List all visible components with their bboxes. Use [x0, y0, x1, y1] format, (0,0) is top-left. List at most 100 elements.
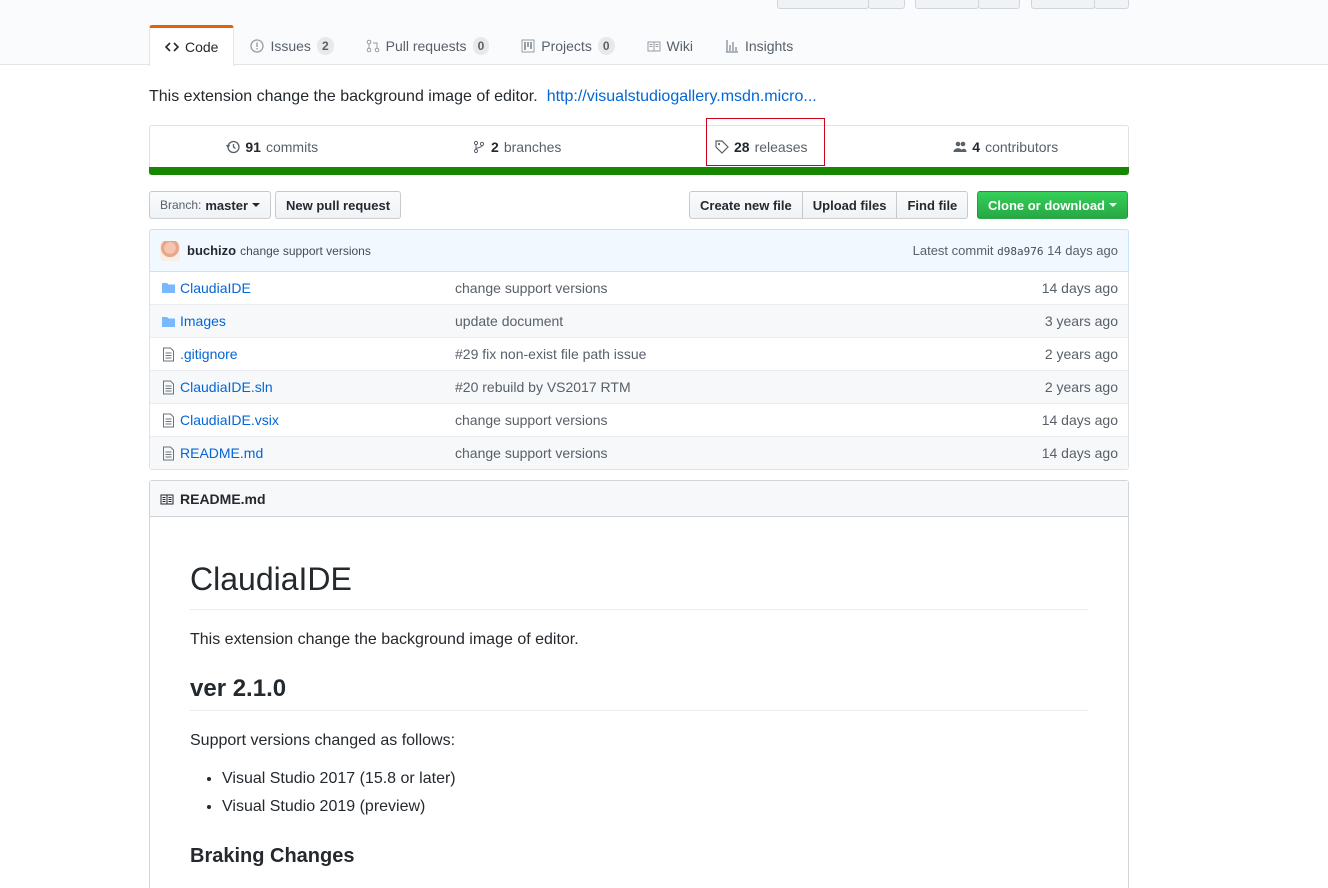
readme-support-list: Visual Studio 2017 (15.8 or later) Visua…	[190, 767, 1088, 819]
commits-link[interactable]: 91 commits	[150, 126, 395, 168]
list-item: Visual Studio 2019 (preview)	[222, 795, 1088, 819]
pull-request-icon	[366, 39, 379, 52]
file-name[interactable]: .gitignore	[180, 346, 455, 362]
contributors-link[interactable]: 4 contributors	[884, 126, 1129, 168]
file-commit-message[interactable]: #20 rebuild by VS2017 RTM	[455, 379, 1045, 395]
file-age: 14 days ago	[1041, 445, 1118, 461]
file-commit-message[interactable]: change support versions	[455, 412, 1042, 428]
tab-insights[interactable]: Insights	[709, 25, 809, 65]
tab-issues[interactable]: Issues 2	[234, 25, 349, 65]
tab-label: Projects	[541, 37, 592, 54]
readme-version-heading: ver 2.1.0	[190, 674, 1088, 711]
project-icon	[521, 39, 535, 52]
fork-count[interactable]	[1094, 0, 1129, 9]
projects-counter: 0	[597, 36, 615, 55]
file-commit-message[interactable]: #29 fix non-exist file path issue	[455, 346, 1045, 362]
tab-code[interactable]: Code	[149, 25, 235, 66]
table-row: README.md change support versions 14 day…	[150, 436, 1128, 469]
file-age: 14 days ago	[1041, 412, 1118, 428]
watch-count[interactable]	[868, 0, 905, 9]
branches-link[interactable]: 2 branches	[395, 126, 640, 168]
commit-message[interactable]: change support versions	[240, 244, 371, 258]
code-icon	[165, 42, 179, 52]
commit-author[interactable]: buchizo	[187, 243, 236, 258]
file-icon	[163, 446, 174, 460]
file-name[interactable]: ClaudiaIDE	[180, 280, 455, 296]
caret-down-icon	[1109, 203, 1117, 207]
issues-counter: 2	[316, 36, 334, 55]
file-list: ClaudiaIDE change support versions 14 da…	[149, 271, 1129, 470]
latest-commit-bar: buchizo change support versions Latest c…	[149, 229, 1129, 272]
graph-icon	[725, 39, 738, 53]
watch-button[interactable]	[777, 0, 869, 9]
homepage-link[interactable]: http://visualstudiogallery.msdn.micro...	[547, 88, 817, 105]
fork-button[interactable]	[1031, 0, 1095, 9]
tab-label: Code	[185, 39, 219, 55]
file-commit-message[interactable]: change support versions	[455, 445, 1042, 461]
file-name[interactable]: ClaudiaIDE.vsix	[180, 412, 455, 428]
latest-commit-info: Latest commit d98a976 14 days ago	[913, 243, 1118, 258]
pr-counter: 0	[472, 36, 490, 55]
file-age: 2 years ago	[1044, 346, 1118, 362]
readme-breaking-heading: Braking Changes	[190, 845, 355, 867]
highlight-box	[706, 118, 825, 166]
repo-description: This extension change the background ima…	[149, 88, 817, 106]
file-age: 14 days ago	[1041, 279, 1118, 296]
readme-panel: README.md ClaudiaIDE This extension chan…	[149, 480, 1129, 888]
upload-files-button[interactable]: Upload files	[801, 191, 898, 219]
create-new-file-button[interactable]: Create new file	[689, 191, 803, 219]
file-icon	[163, 413, 174, 427]
caret-down-icon	[252, 203, 260, 207]
readme-intro: This extension change the background ima…	[190, 631, 579, 648]
file-actions: Create new file Upload files Find file	[689, 191, 969, 219]
book-icon	[647, 41, 661, 51]
commit-sha[interactable]: d98a976	[997, 245, 1043, 258]
book-icon	[160, 494, 174, 504]
avatar[interactable]	[160, 240, 180, 261]
file-icon	[163, 380, 174, 394]
tab-label: Wiki	[666, 37, 693, 54]
readme-title: ClaudiaIDE	[190, 559, 1088, 610]
clone-label: Clone or download	[988, 197, 1105, 213]
readme-header: README.md	[150, 481, 1128, 517]
branches-count: 2	[491, 139, 499, 155]
tab-projects[interactable]: Projects 0	[505, 25, 630, 65]
tab-label: Issues	[270, 37, 311, 54]
readme-body: ClaudiaIDE This extension change the bac…	[150, 559, 1128, 868]
file-commit-message[interactable]: change support versions	[455, 280, 1042, 296]
file-name[interactable]: ClaudiaIDE.sln	[180, 379, 455, 395]
description-text: This extension change the background ima…	[149, 88, 538, 105]
branch-name: master	[205, 197, 248, 213]
folder-icon	[162, 283, 175, 293]
file-age: 2 years ago	[1044, 379, 1118, 395]
clone-download-button[interactable]: Clone or download	[977, 191, 1128, 219]
file-name[interactable]: Images	[180, 313, 455, 329]
repo-nav: Code Issues 2 Pull requests 0 Projects 0…	[149, 25, 809, 66]
tab-wiki[interactable]: Wiki	[631, 25, 709, 65]
table-row: .gitignore #29 fix non-exist file path i…	[150, 337, 1128, 370]
star-count[interactable]	[978, 0, 1020, 9]
commit-age: 14 days ago	[1047, 243, 1118, 258]
table-row: ClaudiaIDE.sln #20 rebuild by VS2017 RTM…	[150, 370, 1128, 403]
contributors-count: 4	[972, 139, 981, 155]
find-file-button[interactable]: Find file	[896, 191, 969, 219]
list-item: Visual Studio 2017 (15.8 or later)	[222, 767, 1088, 791]
language-bar[interactable]	[149, 167, 1129, 175]
branch-icon	[473, 140, 485, 154]
file-icon	[163, 347, 174, 361]
commits-count: 91	[245, 139, 261, 155]
tab-label: Pull requests	[385, 37, 467, 54]
new-pull-request-button[interactable]: New pull request	[275, 191, 402, 219]
tab-pull-requests[interactable]: Pull requests 0	[350, 25, 506, 65]
table-row: ClaudiaIDE.vsix change support versions …	[150, 403, 1128, 436]
commits-label: commits	[265, 139, 319, 155]
readme-filename: README.md	[180, 490, 266, 507]
folder-icon	[162, 316, 175, 327]
branch-select-button[interactable]: Branch: master	[149, 191, 271, 219]
file-commit-message[interactable]: update document	[455, 313, 1045, 329]
star-button[interactable]	[915, 0, 979, 9]
contributors-label: contributors	[985, 139, 1059, 155]
table-row: Images update document 3 years ago	[150, 304, 1128, 337]
file-name[interactable]: README.md	[180, 445, 455, 461]
latest-commit-prefix: Latest commit	[912, 243, 994, 258]
